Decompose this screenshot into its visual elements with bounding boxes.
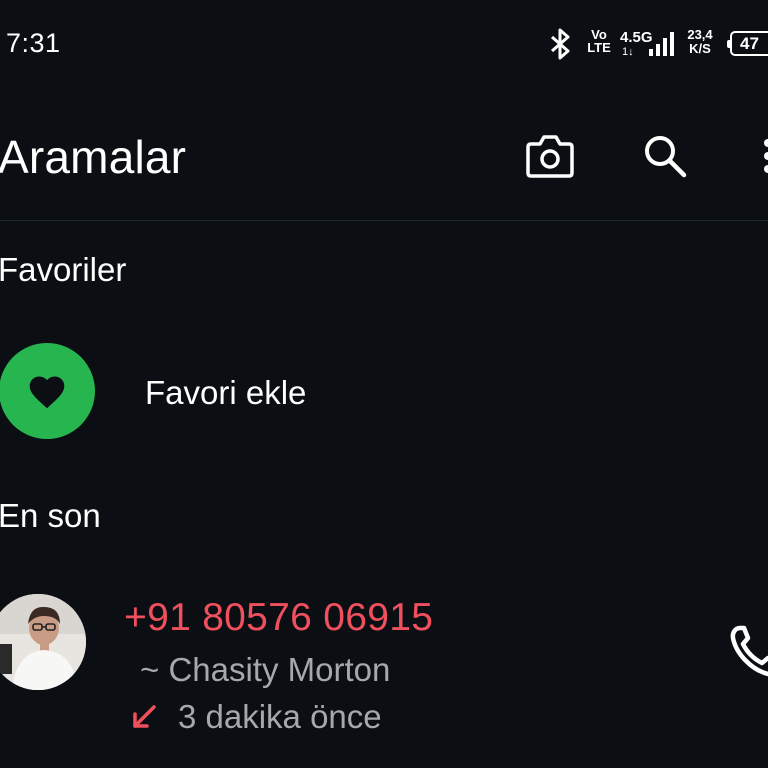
header-divider — [0, 220, 768, 221]
recent-call-row[interactable]: +91 80576 06915 ~ Chasity Morton 3 dakik… — [0, 582, 768, 752]
more-options-button[interactable] — [752, 128, 768, 184]
search-icon — [645, 136, 687, 178]
add-favorite-button[interactable]: Favori ekle — [0, 338, 768, 444]
caller-photo — [0, 594, 86, 690]
volte-indicator: Vo LTE — [584, 28, 614, 54]
battery-icon: 47 — [727, 31, 768, 56]
camera-icon — [526, 135, 574, 178]
status-time: 7:31 — [6, 28, 61, 58]
speed-unit: K/S — [689, 41, 711, 56]
page-title: Aramalar — [0, 131, 187, 183]
camera-button[interactable] — [522, 128, 578, 184]
call-back-button[interactable] — [726, 622, 768, 682]
status-bar: 7:31 Vo LTE 4.5G 1↓ 23,4 K/S 47 — [0, 0, 768, 90]
search-button[interactable] — [637, 128, 693, 184]
add-favorite-avatar — [0, 343, 95, 439]
phone-icon — [730, 625, 768, 677]
speed-value: 23,4 — [687, 27, 713, 42]
battery-nub — [727, 40, 731, 48]
caller-avatar[interactable] — [0, 594, 86, 690]
caller-name: ~ Chasity Morton — [140, 651, 391, 688]
heart-icon — [29, 376, 65, 409]
network-speed: 23,4 K/S — [682, 28, 718, 56]
caller-number: +91 80576 06915 — [124, 596, 434, 639]
call-time: 3 dakika önce — [178, 698, 382, 735]
missed-call-arrow-icon — [133, 705, 156, 728]
battery-level: 47 — [740, 34, 759, 53]
bluetooth-icon — [551, 28, 570, 60]
volte-bottom-text: LTE — [587, 40, 611, 55]
more-vert-icon — [764, 139, 768, 173]
signal-bars-icon — [649, 32, 674, 56]
recent-section-title: En son — [0, 497, 101, 534]
add-favorite-label: Favori ekle — [145, 374, 307, 411]
calls-screen: 7:31 Vo LTE 4.5G 1↓ 23,4 K/S 47 Aramalar… — [0, 0, 768, 768]
network-activity: 1↓ — [622, 46, 634, 58]
favorites-section-title: Favoriler — [0, 251, 127, 288]
